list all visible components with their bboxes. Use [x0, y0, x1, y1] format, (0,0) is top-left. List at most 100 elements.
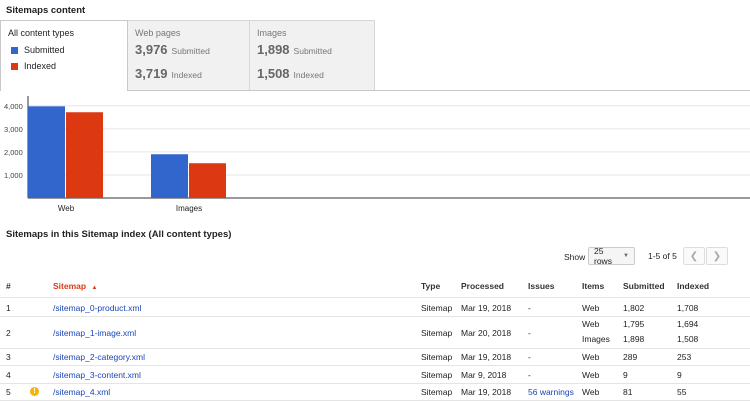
- x-tick-label: Web: [58, 204, 75, 213]
- col-header-num: #: [6, 281, 11, 291]
- row-submitted: 81: [623, 386, 633, 397]
- row-issues: -: [528, 351, 531, 362]
- tab-images[interactable]: Images 1,898 Submitted 1,508 Indexed: [249, 20, 375, 91]
- row-type: Sitemap: [421, 302, 453, 313]
- tab-all-title: All content types: [8, 28, 75, 38]
- table-header-divider: [0, 297, 750, 298]
- y-tick-label: 4,000: [4, 102, 23, 111]
- y-tick-label: 3,000: [4, 125, 23, 134]
- row-indexed: 253: [677, 351, 692, 362]
- bar-submitted-web: [28, 106, 65, 198]
- table-row-divider: [0, 316, 750, 317]
- sort-ascending-icon: ▲: [91, 285, 98, 291]
- web-submitted-value: 3,976: [135, 42, 168, 57]
- pagination-info: 1-5 of 5: [648, 251, 677, 261]
- row-submitted: 9: [623, 369, 628, 380]
- row-indexed: 1,694: [677, 319, 699, 329]
- row-issues: -: [528, 302, 531, 313]
- col-header-processed[interactable]: Processed: [461, 281, 504, 291]
- row-number: 1: [6, 302, 11, 313]
- images-indexed-stat: 1,508 Indexed: [257, 66, 324, 81]
- chevron-right-icon: ❯: [712, 250, 722, 262]
- table-row-divider: [0, 383, 750, 384]
- col-header-sitemap[interactable]: Sitemap ▲: [53, 281, 97, 291]
- images-indexed-value: 1,508: [257, 66, 290, 81]
- rows-per-page-value: 25 rows: [594, 246, 612, 266]
- y-tick-label: 2,000: [4, 148, 23, 157]
- chevron-left-icon: ❮: [689, 250, 699, 262]
- images-submitted-label: Submitted: [293, 46, 332, 56]
- web-indexed-label: Indexed: [171, 70, 202, 80]
- sitemaps-content-title: Sitemaps content: [6, 5, 86, 16]
- row-processed: Mar 20, 2018: [461, 327, 512, 338]
- next-page-button[interactable]: ❯: [706, 247, 728, 265]
- col-header-items[interactable]: Items: [582, 281, 604, 291]
- legend-submitted-swatch: [11, 46, 18, 54]
- warning-icon: !: [30, 386, 39, 396]
- row-issues: -: [528, 327, 531, 338]
- tab-all-content-types[interactable]: All content types Submitted Indexed: [0, 20, 128, 91]
- row-indexed: 1,708: [677, 302, 699, 313]
- col-header-indexed[interactable]: Indexed: [677, 281, 709, 291]
- sitemap-link[interactable]: /sitemap_2-category.xml: [53, 352, 145, 362]
- bar-indexed-images: [189, 163, 226, 198]
- sitemap-link[interactable]: /sitemap_4.xml: [53, 387, 110, 397]
- row-item-type: Web: [582, 319, 600, 329]
- sitemap-link[interactable]: /sitemap_0-product.xml: [53, 303, 141, 313]
- row-type: Sitemap: [421, 369, 453, 380]
- row-processed: Mar 19, 2018: [461, 302, 512, 313]
- show-label: Show: [564, 252, 586, 262]
- chevron-down-icon: ▼: [623, 253, 629, 259]
- sitemaps-bar-chart: 1,000 2,000 3,000 4,000 Web Images: [4, 96, 750, 213]
- table-row-divider: [0, 365, 750, 366]
- col-header-sitemap-label: Sitemap: [53, 281, 87, 291]
- row-number: 3: [6, 351, 11, 362]
- rows-per-page-select[interactable]: 25 rows ▼: [588, 246, 635, 266]
- legend-indexed: Indexed: [11, 61, 56, 71]
- legend-indexed-swatch: [11, 62, 18, 70]
- row-item-type: Web: [582, 386, 600, 397]
- images-submitted-stat: 1,898 Submitted: [257, 42, 332, 57]
- sitemap-link[interactable]: /sitemap_3-content.xml: [53, 370, 141, 380]
- tab-web-pages[interactable]: Web pages 3,976 Submitted 3,719 Indexed: [127, 20, 250, 91]
- row-indexed: 9: [677, 369, 682, 380]
- row-submitted: 1,898: [623, 334, 645, 344]
- images-submitted-value: 1,898: [257, 42, 290, 57]
- row-submitted: 1,795: [623, 319, 645, 329]
- row-item-type: Web: [582, 351, 600, 362]
- legend-submitted: Submitted: [11, 45, 65, 55]
- row-processed: Mar 19, 2018: [461, 386, 512, 397]
- tab-web-title: Web pages: [135, 28, 181, 38]
- bar-indexed-web: [66, 112, 103, 198]
- row-number: 5: [6, 386, 11, 397]
- row-processed: Mar 9, 2018: [461, 369, 507, 380]
- row-indexed: 55: [677, 386, 687, 397]
- y-tick-label: 1,000: [4, 171, 23, 180]
- table-row-divider: [0, 348, 750, 349]
- col-header-type[interactable]: Type: [421, 281, 440, 291]
- web-indexed-stat: 3,719 Indexed: [135, 66, 202, 81]
- row-type: Sitemap: [421, 386, 453, 397]
- row-item-type: Web: [582, 302, 600, 313]
- row-issues: -: [528, 369, 531, 380]
- row-number: 4: [6, 369, 11, 380]
- legend-indexed-label: Indexed: [24, 61, 57, 71]
- col-header-submitted[interactable]: Submitted: [623, 281, 665, 291]
- sitemap-index-title: Sitemaps in this Sitemap index (All cont…: [6, 229, 232, 240]
- web-indexed-value: 3,719: [135, 66, 168, 81]
- sitemap-link[interactable]: /sitemap_1-image.xml: [53, 328, 136, 338]
- table-row-divider: [0, 400, 750, 401]
- issues-warnings-link[interactable]: 56 warnings: [528, 387, 574, 397]
- tab-images-title: Images: [257, 28, 287, 38]
- web-submitted-label: Submitted: [171, 46, 210, 56]
- bar-submitted-images: [151, 154, 188, 198]
- images-indexed-label: Indexed: [293, 70, 324, 80]
- row-item-type: Web: [582, 369, 600, 380]
- prev-page-button[interactable]: ❮: [683, 247, 705, 265]
- row-type: Sitemap: [421, 327, 453, 338]
- row-number: 2: [6, 327, 11, 338]
- row-indexed: 1,508: [677, 334, 699, 344]
- col-header-issues[interactable]: Issues: [528, 281, 554, 291]
- legend-submitted-label: Submitted: [24, 45, 65, 55]
- x-tick-label: Images: [176, 204, 202, 213]
